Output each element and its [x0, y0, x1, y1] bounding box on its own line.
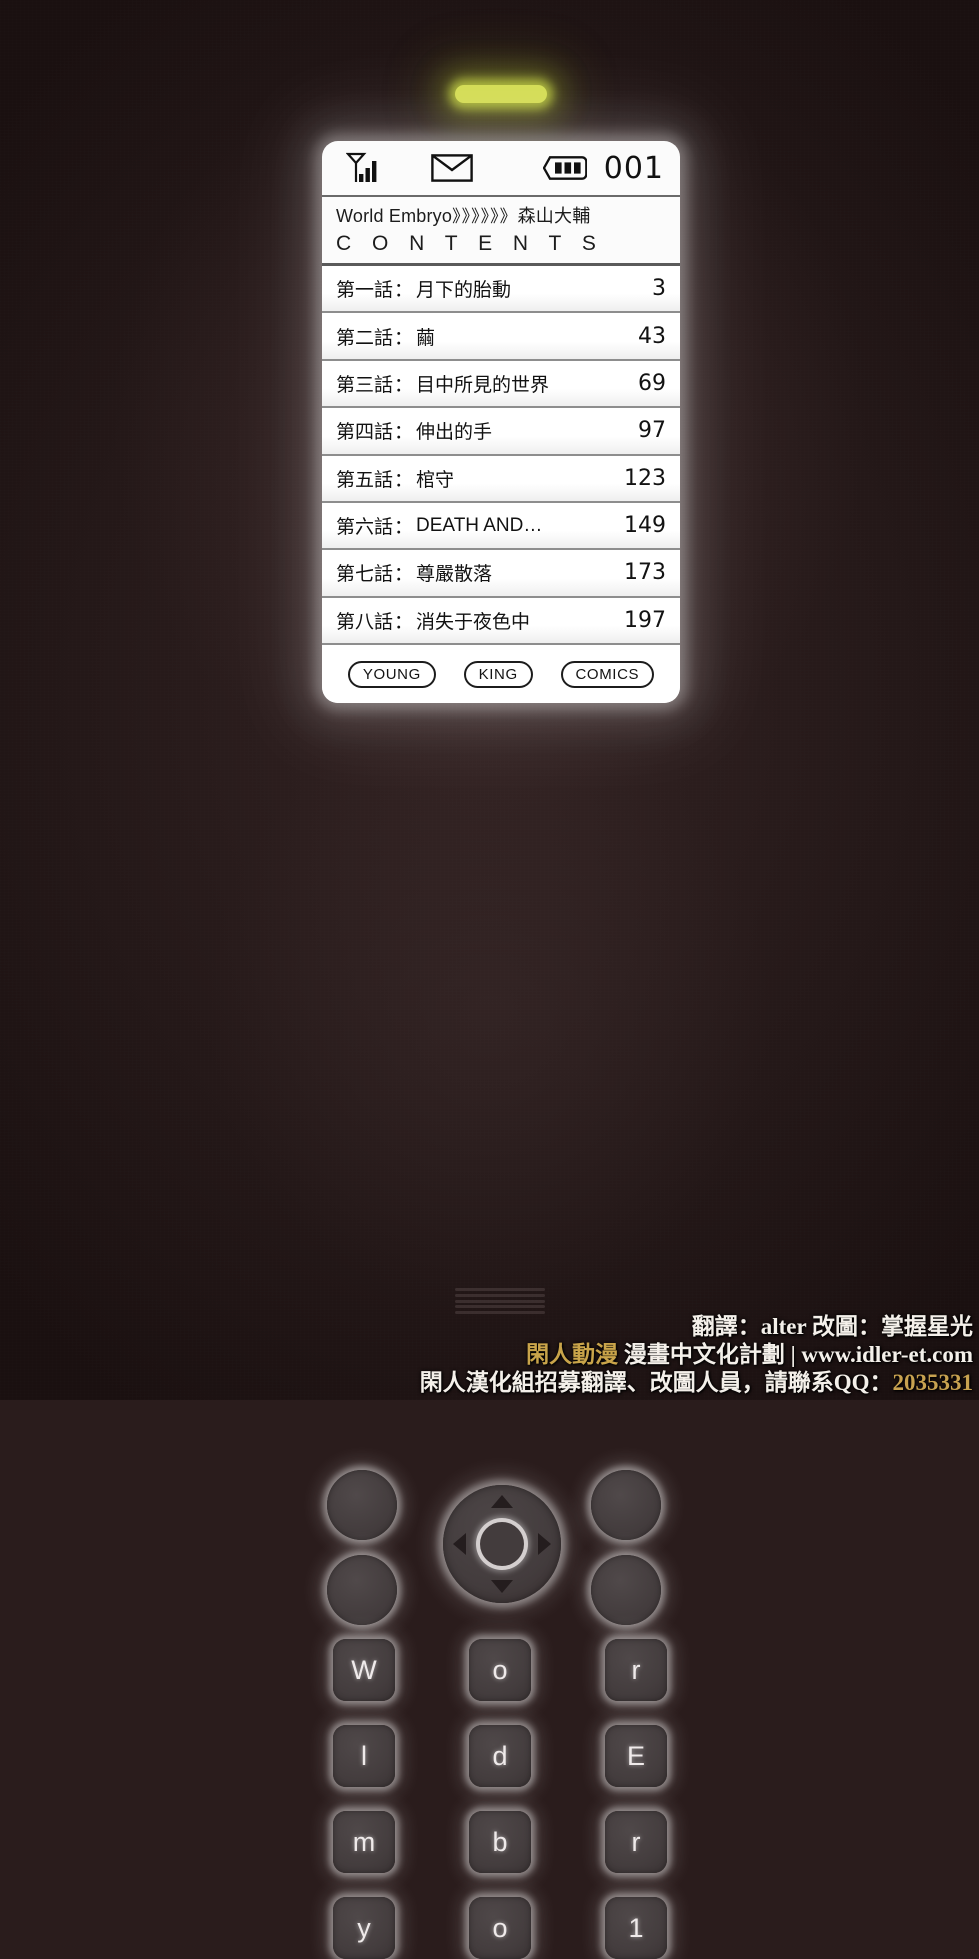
chapter-title: 消失于夜色中: [416, 611, 531, 633]
dpad-right-arrow[interactable]: [538, 1533, 551, 1555]
key-r1c2[interactable]: E: [605, 1725, 667, 1787]
keypad: W o r l d E m b r y o 1: [0, 700, 979, 1959]
chapter-page: 97: [638, 418, 666, 444]
chapter-separator: ：: [394, 422, 414, 444]
status-bar: 001: [322, 141, 680, 197]
key-r0c1[interactable]: o: [469, 1639, 531, 1701]
phone-screen: 001 World Embryo》》》》》》森山大輔 C O N T E N T…: [322, 141, 680, 703]
series-name: World Embryo: [336, 206, 453, 226]
chapter-separator: ：: [394, 517, 414, 539]
table-row[interactable]: 第三話 ： 目中所見的世界 69: [322, 360, 680, 409]
key-r1c1[interactable]: d: [469, 1725, 531, 1787]
speaker-grille: [455, 1288, 545, 1314]
chapter-title: 棺守: [416, 469, 455, 491]
key-r3c1[interactable]: o: [469, 1897, 531, 1959]
title-block: World Embryo》》》》》》森山大輔 C O N T E N T S: [322, 197, 680, 266]
credit-qq-number: 2035331: [892, 1369, 974, 1395]
key-r0c0[interactable]: W: [333, 1639, 395, 1701]
chapter-separator: ：: [394, 280, 414, 302]
chapter-title: 尊嚴散落: [416, 564, 493, 586]
scanlation-credits: 翻譯：alter 改圖：掌握星光 閑人動漫 漫畫中文化計劃 | www.idle…: [414, 1313, 979, 1400]
key-r2c2[interactable]: r: [605, 1811, 667, 1873]
chapter-separator: ：: [394, 327, 414, 349]
page-number: 001: [603, 150, 664, 186]
chapter-page: 3: [652, 276, 666, 302]
tag-young[interactable]: YOUNG: [347, 660, 436, 688]
chapter-page: 197: [624, 607, 666, 633]
dpad-down-arrow[interactable]: [491, 1580, 513, 1593]
dpad-left-arrow[interactable]: [453, 1533, 466, 1555]
chapter-label: 第二話: [336, 327, 394, 349]
dpad-center-select[interactable]: [476, 1518, 528, 1570]
table-row[interactable]: 第二話 ： 繭 43: [322, 313, 680, 361]
table-row[interactable]: 第八話 ： 消失于夜色中 197: [322, 597, 680, 645]
soft-button-left-lower[interactable]: [327, 1555, 397, 1625]
soft-button-left-upper[interactable]: [327, 1470, 397, 1540]
credit-line-group: 閑人動漫 漫畫中文化計劃 | www.idler-et.com: [414, 1341, 973, 1368]
signal-antenna-icon: [340, 152, 386, 184]
chevron-separator: 》》》》》》: [452, 207, 518, 226]
contents-heading: C O N T E N T S: [336, 232, 604, 255]
key-r3c0[interactable]: y: [333, 1897, 395, 1959]
chapter-page: 149: [624, 513, 666, 539]
key-r1c0[interactable]: l: [333, 1725, 395, 1787]
chapter-separator: ：: [394, 611, 414, 633]
tag-comics[interactable]: COMICS: [560, 660, 655, 688]
chapter-separator: ：: [394, 564, 414, 586]
chapter-label: 第四話: [336, 422, 394, 444]
credit-line-translators: 翻譯：alter 改圖：掌握星光: [414, 1313, 973, 1340]
credit-group-site: 漫畫中文化計劃 | www.idler-et.com: [618, 1341, 973, 1367]
chapter-label: 第六話: [336, 517, 394, 539]
mail-envelope-icon: [386, 154, 526, 182]
soft-button-right-lower[interactable]: [591, 1555, 661, 1625]
key-r3c2[interactable]: 1: [605, 1897, 667, 1959]
chapter-label: 第八話: [336, 611, 394, 633]
author-name: 森山大輔: [517, 206, 591, 226]
chapter-title: 月下的胎動: [416, 280, 512, 302]
table-row[interactable]: 第七話 ： 尊嚴散落 173: [322, 550, 680, 598]
chapter-label: 第一話: [336, 280, 394, 302]
chapter-title: DEATH AND…: [416, 514, 543, 536]
table-row[interactable]: 第五話 ： 棺守 123: [322, 455, 680, 503]
credit-editor-name: 掌握星光: [881, 1313, 973, 1339]
table-row[interactable]: 第一話 ： 月下的胎動 3: [322, 266, 680, 314]
indicator-led: [455, 85, 547, 103]
table-row[interactable]: 第四話 ： 伸出的手 97: [322, 408, 680, 456]
chapter-page: 43: [638, 323, 666, 349]
credit-translate-label: 翻譯：: [691, 1313, 761, 1339]
dpad[interactable]: [443, 1485, 561, 1603]
soft-button-right-upper[interactable]: [591, 1470, 661, 1540]
chapter-title: 繭: [416, 327, 436, 349]
table-of-contents: 第一話 ： 月下的胎動 3 第二話 ： 繭 43 第三話 ： 目中所見的世界 6…: [322, 266, 680, 645]
tag-king[interactable]: KING: [463, 660, 533, 688]
table-row[interactable]: 第六話 ： DEATH AND… 149: [322, 502, 680, 551]
credit-translator-name: alter: [760, 1313, 807, 1339]
chapter-separator: ：: [394, 469, 414, 491]
key-r2c0[interactable]: m: [333, 1811, 395, 1873]
chapter-page: 123: [624, 465, 666, 491]
credit-edit-label: 改圖：: [806, 1313, 881, 1339]
dpad-up-arrow[interactable]: [491, 1495, 513, 1508]
chapter-title: 目中所見的世界: [416, 374, 550, 396]
key-r0c2[interactable]: r: [605, 1639, 667, 1701]
credit-line-recruit: 閑人漢化組招募翻譯、改圖人員，請聯系QQ：2035331: [414, 1369, 973, 1396]
key-r2c1[interactable]: b: [469, 1811, 531, 1873]
credit-group-name: 閑人動漫: [526, 1341, 619, 1367]
credit-recruit-text: 閑人漢化組招募翻譯、改圖人員，請聯系QQ：: [419, 1369, 893, 1395]
battery-full-icon: [526, 156, 604, 180]
series-title-line: World Embryo》》》》》》森山大輔: [336, 202, 668, 228]
imprint-tags: YOUNG KING COMICS: [322, 645, 680, 703]
chapter-label: 第七話: [336, 564, 394, 586]
chapter-separator: ：: [394, 374, 414, 396]
chapter-label: 第五話: [336, 469, 394, 491]
chapter-label: 第三話: [336, 374, 394, 396]
chapter-page: 69: [638, 370, 666, 396]
chapter-page: 173: [624, 560, 666, 586]
chapter-title: 伸出的手: [416, 422, 493, 444]
